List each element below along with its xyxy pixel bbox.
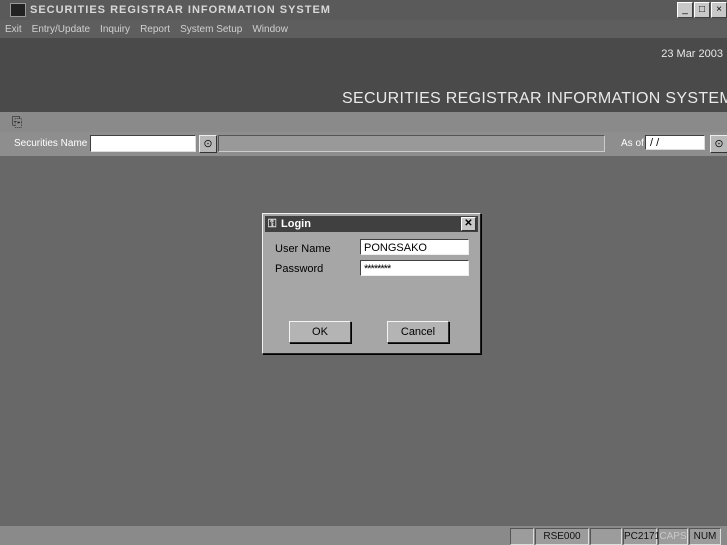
status-machine-name: PC2171 — [623, 528, 660, 545]
window-title: SECURITIES REGISTRAR INFORMATION SYSTEM — [30, 4, 331, 16]
status-num-lock: NUM — [689, 528, 721, 545]
menu-report[interactable]: Report — [135, 24, 175, 35]
status-cell-blank-2 — [590, 528, 622, 545]
date-lookup-button[interactable]: ⊙ — [710, 135, 727, 153]
maximize-button[interactable]: □ — [694, 2, 710, 18]
user-name-input[interactable]: PONGSAKO — [360, 239, 469, 255]
system-heading: SECURITIES REGISTRAR INFORMATION SYSTEM — [342, 90, 727, 107]
exit-door-icon[interactable]: ⎘ — [12, 115, 22, 129]
app-icon[interactable] — [10, 3, 26, 17]
minimize-button[interactable]: _ — [677, 2, 693, 18]
cancel-button[interactable]: Cancel — [387, 321, 449, 343]
close-button[interactable]: × — [711, 2, 727, 18]
status-user-code: RSE000 — [535, 528, 589, 545]
lookup-icon: ⊙ — [203, 138, 213, 150]
as-of-date-input[interactable]: / / — [645, 135, 705, 150]
status-bar: RSE000 PC2171 CAPS NUM — [0, 526, 727, 545]
user-name-label: User Name — [275, 243, 331, 255]
title-bar: SECURITIES REGISTRAR INFORMATION SYSTEM … — [0, 0, 727, 20]
menu-inquiry[interactable]: Inquiry — [95, 24, 135, 35]
securities-description-field — [218, 135, 605, 152]
window-controls: _ □ × — [677, 2, 727, 18]
password-input[interactable]: ******** — [360, 260, 469, 276]
status-cell-blank — [510, 528, 534, 545]
ok-button[interactable]: OK — [289, 321, 351, 343]
menu-exit[interactable]: Exit — [0, 24, 27, 35]
as-of-label: As of — [621, 138, 644, 149]
login-dialog: ⚿ Login ✕ User Name PONGSAKO Password **… — [262, 213, 481, 354]
menu-bar: Exit Entry/Update Inquiry Report System … — [0, 20, 727, 38]
menu-entry-update[interactable]: Entry/Update — [27, 24, 95, 35]
status-caps-lock: CAPS — [658, 528, 688, 545]
toolbar: ⎘ — [0, 112, 727, 132]
login-close-button[interactable]: ✕ — [461, 217, 476, 231]
menu-system-setup[interactable]: System Setup — [175, 24, 247, 35]
current-date: 23 Mar 2003 — [661, 48, 723, 60]
lookup-icon: ⊙ — [714, 138, 724, 150]
password-label: Password — [275, 263, 324, 275]
securities-name-label: Securities Name — [14, 138, 88, 149]
securities-lookup-button[interactable]: ⊙ — [199, 135, 217, 153]
menu-window[interactable]: Window — [247, 24, 293, 35]
login-title: Login — [281, 218, 311, 230]
securities-name-input[interactable] — [90, 135, 196, 152]
login-title-bar: ⚿ Login ✕ — [265, 216, 478, 232]
header-banner: 23 Mar 2003 SECURITIES REGISTRAR INFORMA… — [0, 38, 727, 112]
key-icon: ⚿ — [268, 218, 277, 230]
filter-bar: Securities Name ⊙ As of / / ⊙ — [0, 132, 727, 156]
